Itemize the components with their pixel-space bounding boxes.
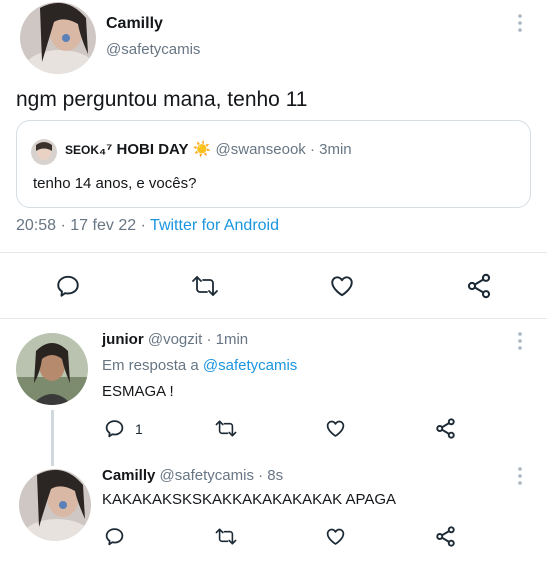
display-name[interactable]: Camilly bbox=[102, 467, 155, 484]
handle[interactable]: @safetycamis bbox=[106, 41, 200, 58]
share-icon[interactable] bbox=[434, 417, 457, 440]
sun-emoji: ☀️ bbox=[192, 141, 212, 158]
quoted-name-prefix: SEOK bbox=[65, 143, 100, 157]
avatar[interactable] bbox=[16, 333, 88, 405]
reply-header: junior @vogzit · 1min bbox=[102, 331, 248, 348]
handle[interactable]: @vogzit bbox=[148, 331, 202, 348]
date: 17 fev 22 bbox=[70, 217, 137, 234]
retweet-icon[interactable] bbox=[190, 273, 220, 299]
reply-icon[interactable] bbox=[104, 418, 125, 439]
quoted-tweet[interactable]: SEOK₄⁷ HOBI DAY ☀️ @swanseook · 3min ten… bbox=[16, 120, 531, 208]
separator-dot: · bbox=[60, 217, 66, 234]
avatar[interactable] bbox=[19, 469, 91, 541]
quoted-text: tenho 14 anos, e vocês? bbox=[33, 175, 197, 192]
thread-line bbox=[51, 410, 54, 466]
divider bbox=[0, 318, 547, 319]
reply-to-link[interactable]: @safetycamis bbox=[203, 357, 297, 374]
reply-context: Em resposta a @safetycamis bbox=[102, 357, 297, 374]
reply-header: Camilly @safetycamis · 8s bbox=[102, 467, 283, 484]
quoted-header: SEOK₄⁷ HOBI DAY ☀️ @swanseook · 3min bbox=[65, 140, 352, 158]
like-icon[interactable] bbox=[325, 418, 346, 439]
time: 8s bbox=[267, 467, 284, 484]
source-link[interactable]: Twitter for Android bbox=[150, 217, 279, 234]
like-icon[interactable] bbox=[325, 526, 346, 547]
quoted-handle: @swanseook bbox=[215, 141, 306, 158]
quoted-time: 3min bbox=[319, 141, 352, 158]
tweet-text: ESMAGA ! bbox=[102, 383, 174, 400]
like-icon[interactable] bbox=[329, 273, 355, 299]
more-menu-icon[interactable] bbox=[516, 14, 524, 32]
tweet-text: ngm perguntou mana, tenho 11 bbox=[16, 88, 308, 111]
divider bbox=[0, 252, 547, 253]
quoted-avatar bbox=[31, 139, 57, 165]
reply-icon[interactable] bbox=[104, 526, 125, 547]
timestamp: 20:58 bbox=[16, 217, 57, 234]
display-name[interactable]: junior bbox=[102, 331, 144, 348]
retweet-icon[interactable] bbox=[214, 418, 238, 439]
time: 1min bbox=[215, 331, 249, 348]
share-icon[interactable] bbox=[465, 272, 493, 300]
reply-prefix: Em resposta a bbox=[102, 357, 199, 374]
retweet-icon[interactable] bbox=[214, 526, 238, 547]
separator-dot: · bbox=[309, 141, 315, 158]
separator-dot: · bbox=[206, 331, 212, 348]
tweet-meta: 20:58 · 17 fev 22 · Twitter for Android bbox=[16, 217, 279, 235]
quoted-name-suffix: ₄⁷ HOBI DAY bbox=[99, 141, 189, 158]
tweet-text: KAKAKAKSKSKAKKAKAKAKAKAK APAGA bbox=[102, 491, 397, 508]
share-icon[interactable] bbox=[434, 525, 457, 548]
avatar[interactable] bbox=[20, 2, 96, 74]
reply-icon[interactable] bbox=[55, 273, 81, 299]
handle[interactable]: @safetycamis bbox=[160, 467, 254, 484]
reply-count: 1 bbox=[135, 421, 143, 437]
more-menu-icon[interactable] bbox=[516, 332, 524, 350]
more-menu-icon[interactable] bbox=[516, 467, 524, 485]
separator-dot: · bbox=[258, 467, 264, 484]
separator-dot: · bbox=[140, 217, 146, 234]
display-name[interactable]: Camilly bbox=[106, 15, 163, 33]
